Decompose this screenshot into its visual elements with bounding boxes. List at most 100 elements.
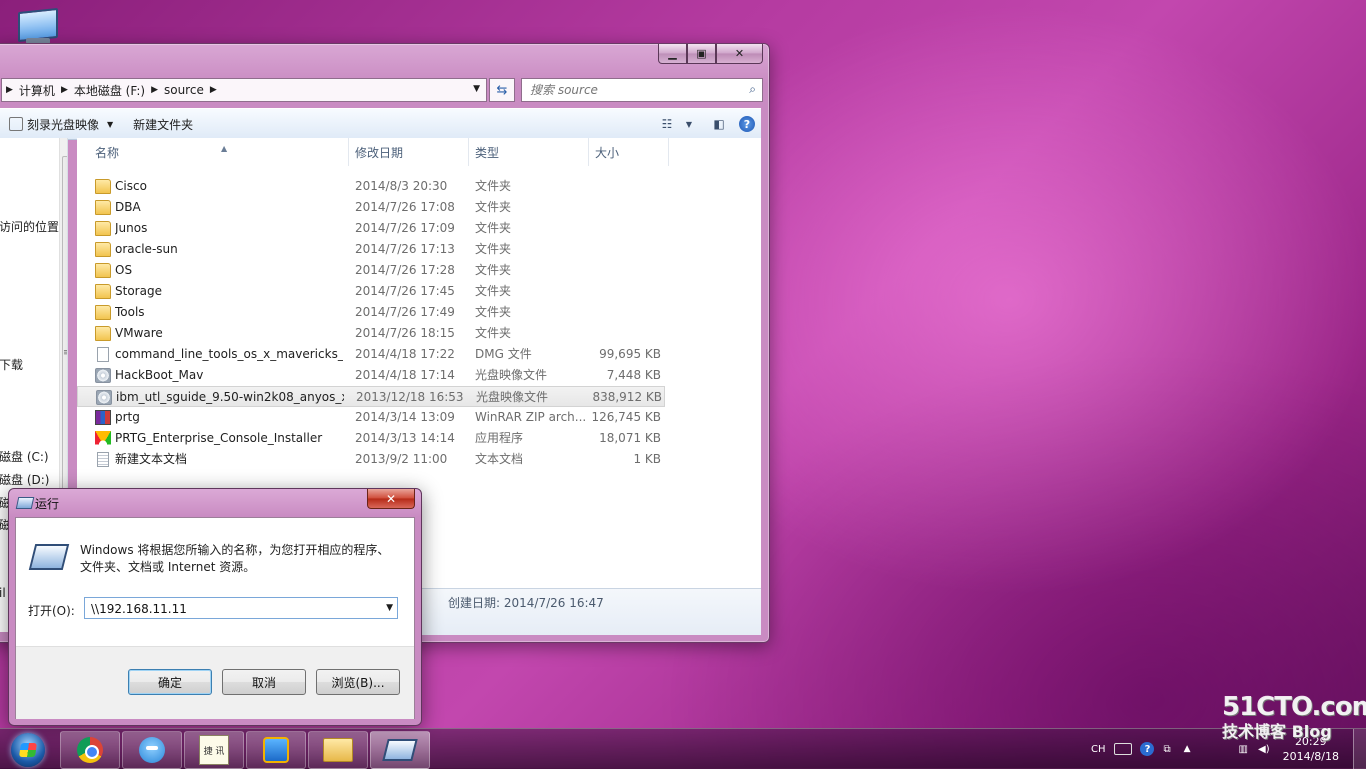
- folder-icon: [95, 263, 111, 278]
- close-button[interactable]: ✕: [716, 44, 763, 64]
- file-row[interactable]: OS 2014/7/26 17:28 文件夹: [77, 260, 665, 281]
- close-button[interactable]: ✕: [367, 489, 415, 509]
- grip-icon: ≡: [63, 348, 67, 358]
- breadcrumb-drive[interactable]: 本地磁盘 (F:): [74, 82, 145, 99]
- document-icon: 捷 讯: [199, 735, 229, 765]
- help-icon: ?: [739, 116, 755, 132]
- folder-icon: [95, 221, 111, 236]
- options-icon[interactable]: ⧉: [1163, 744, 1170, 755]
- file-type: 文件夹: [475, 242, 512, 256]
- nav-item-drive-c[interactable]: 磁盘 (C:): [0, 448, 49, 465]
- file-date: 2014/8/3 20:30: [355, 179, 448, 193]
- taskbar-qq[interactable]: [122, 731, 182, 769]
- cancel-button[interactable]: 取消: [222, 669, 306, 695]
- breadcrumb: ▶ 计算机 ▶ 本地磁盘 (F:) ▶ source ▶: [2, 82, 217, 99]
- file-row[interactable]: command_line_tools_os_x_mavericks_... 201…: [77, 344, 665, 365]
- ok-button[interactable]: 确定: [128, 669, 212, 695]
- column-header-type[interactable]: 类型: [469, 138, 589, 166]
- preview-pane-icon[interactable]: ◧: [705, 112, 733, 136]
- file-size: 18,071 KB: [599, 431, 661, 445]
- show-hidden-icons[interactable]: ▲: [1184, 744, 1191, 754]
- rar-icon: [95, 410, 111, 425]
- new-folder-button[interactable]: 新建文件夹: [123, 112, 203, 136]
- disc-icon: [96, 390, 112, 405]
- taskbar-document[interactable]: 捷 讯: [184, 731, 244, 769]
- chevron-right-icon: ▶: [209, 85, 217, 95]
- file-row[interactable]: Storage 2014/7/26 17:45 文件夹: [77, 281, 665, 302]
- refresh-icon: ⇆: [496, 82, 508, 98]
- column-header-date[interactable]: 修改日期: [349, 138, 469, 166]
- breadcrumb-folder[interactable]: source: [164, 83, 204, 97]
- search-icon[interactable]: ⌕: [749, 82, 756, 97]
- column-type-label: 类型: [475, 146, 500, 160]
- column-header-name[interactable]: 名称 ▲: [89, 138, 349, 166]
- start-button[interactable]: [6, 731, 50, 769]
- file-date: 2014/4/18 17:22: [355, 347, 455, 361]
- open-label: 打开(O):: [28, 604, 75, 618]
- chevron-down-icon[interactable]: ▼: [386, 603, 393, 613]
- file-row[interactable]: PRTG_Enterprise_Console_Installer 2014/3/…: [77, 428, 665, 449]
- search-box[interactable]: ⌕: [521, 78, 763, 102]
- view-options-icon[interactable]: ☷: [653, 112, 681, 136]
- file-row[interactable]: oracle-sun 2014/7/26 17:13 文件夹: [77, 239, 665, 260]
- breadcrumb-computer[interactable]: 计算机: [19, 82, 55, 99]
- file-row[interactable]: ibm_utl_sguide_9.50-win2k08_anyos_x... 20…: [77, 386, 665, 407]
- file-row[interactable]: Junos 2014/7/26 17:09 文件夹: [77, 218, 665, 239]
- help-icon[interactable]: ?: [1140, 742, 1155, 756]
- folder-icon: [95, 305, 111, 320]
- address-bar[interactable]: ▶ 计算机 ▶ 本地磁盘 (F:) ▶ source ▶ ▼: [1, 78, 487, 102]
- nav-item-downloads[interactable]: 下载: [0, 356, 23, 373]
- keyboard-icon[interactable]: [1114, 743, 1133, 755]
- file-name: Junos: [115, 221, 148, 235]
- taskbar-explorer[interactable]: [308, 731, 368, 769]
- nav-item-recent-places[interactable]: 访问的位置: [0, 218, 59, 235]
- file-type: 文件夹: [475, 326, 512, 340]
- file-date: 2014/3/14 13:09: [355, 410, 455, 424]
- taskbar-chrome[interactable]: [60, 731, 120, 769]
- network-icon[interactable]: ▥: [1239, 744, 1248, 755]
- open-combobox[interactable]: ▼: [84, 597, 398, 619]
- nav-item-drive-d[interactable]: 磁盘 (D:): [0, 471, 49, 488]
- taskbar-run[interactable]: [370, 731, 430, 769]
- windows-logo-icon: [11, 733, 45, 767]
- volume-icon[interactable]: ◀): [1258, 744, 1270, 755]
- help-button[interactable]: ?: [733, 112, 761, 136]
- new-folder-label: 新建文件夹: [133, 117, 194, 132]
- maximize-button[interactable]: ▣: [687, 44, 716, 64]
- file-name: prtg: [115, 410, 140, 424]
- browse-button[interactable]: 浏览(B)...: [316, 669, 400, 695]
- computer-icon[interactable]: [14, 7, 60, 48]
- chevron-down-icon[interactable]: ▼: [473, 84, 480, 94]
- nav-item-label: 磁盘 (C:): [0, 450, 49, 464]
- minimize-button[interactable]: ▁: [658, 44, 687, 64]
- file-date: 2014/7/26 18:15: [355, 326, 455, 340]
- file-date: 2013/12/18 16:53: [356, 390, 464, 404]
- refresh-button[interactable]: ⇆: [489, 78, 515, 102]
- column-header-size[interactable]: 大小: [589, 138, 669, 166]
- file-row[interactable]: HackBoot_Mav 2014/4/18 17:14 光盘映像文件 7,448 K…: [77, 365, 665, 386]
- file-row[interactable]: DBA 2014/7/26 17:08 文件夹: [77, 197, 665, 218]
- run-dialog: 运行 ✕ Windows 将根据您所输入的名称，为您打开相应的程序、文件夹、文档…: [8, 488, 422, 726]
- file-size: 99,695 KB: [599, 347, 661, 361]
- nav-item-label: il: [0, 586, 6, 600]
- taskbar-virtualbox[interactable]: [246, 731, 306, 769]
- file-name: HackBoot_Mav: [115, 368, 204, 382]
- open-input[interactable]: [89, 599, 373, 619]
- burn-disc-button[interactable]: 刻录光盘映像 ▼: [0, 112, 123, 136]
- file-name: Cisco: [115, 179, 147, 193]
- language-indicator[interactable]: CH: [1091, 744, 1106, 755]
- chevron-down-icon[interactable]: ▼: [681, 112, 697, 136]
- file-type: DMG 文件: [475, 347, 532, 361]
- file-row[interactable]: 新建文本文档 2013/9/2 11:00 文本文档 1 KB: [77, 449, 665, 470]
- file-row[interactable]: Cisco 2014/8/3 20:30 文件夹: [77, 176, 665, 197]
- file-row[interactable]: VMware 2014/7/26 18:15 文件夹: [77, 323, 665, 344]
- column-size-label: 大小: [595, 146, 620, 160]
- file-row[interactable]: prtg 2014/3/14 13:09 WinRAR ZIP arch... 126…: [77, 407, 665, 428]
- file-row[interactable]: Tools 2014/7/26 17:49 文件夹: [77, 302, 665, 323]
- nav-item-network[interactable]: il: [0, 586, 6, 600]
- virtualbox-icon: [263, 737, 289, 763]
- search-input[interactable]: [528, 80, 732, 100]
- folder-icon: [95, 179, 111, 194]
- dialog-title: 运行: [35, 497, 60, 511]
- file-date: 2014/7/26 17:13: [355, 242, 455, 256]
